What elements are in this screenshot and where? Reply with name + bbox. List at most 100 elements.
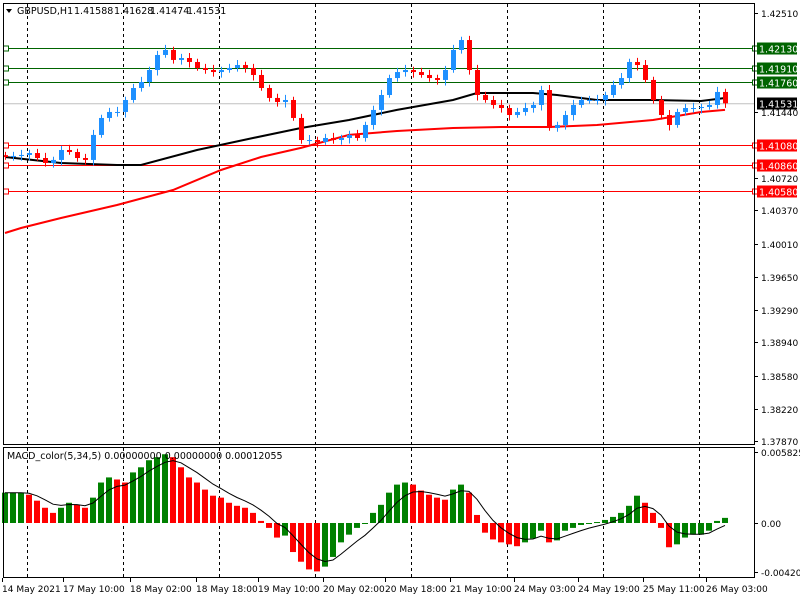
macd-bar: [394, 484, 400, 523]
candle-body: [243, 65, 248, 68]
candle-body: [347, 134, 352, 138]
candle-body: [419, 72, 424, 75]
macd-bar: [58, 507, 64, 523]
level-handle[interactable]: [3, 142, 9, 149]
candle-body: [483, 95, 488, 100]
candle-body: [35, 153, 40, 159]
macd-bar: [658, 523, 664, 528]
level-handle[interactable]: [3, 79, 9, 86]
macd-bar: [10, 492, 16, 523]
macd-bar: [546, 523, 552, 543]
candle-body: [291, 99, 296, 118]
macd-bar: [530, 523, 536, 539]
candle-body: [715, 91, 720, 105]
candle-body: [355, 134, 360, 138]
candle-body: [211, 70, 216, 73]
level-handle[interactable]: [3, 162, 9, 169]
level-price-label: 1.40860: [759, 162, 798, 173]
macd-bar: [474, 514, 480, 523]
macd-bar: [434, 497, 440, 523]
candle-body: [99, 117, 104, 135]
price-tick-label: 1.39650: [761, 274, 798, 284]
macd-bar: [642, 502, 648, 523]
time-tick-label: 24 May 03:00: [514, 585, 576, 595]
level-price-label: 1.41910: [759, 65, 798, 76]
macd-bar: [426, 494, 432, 523]
macd-bar: [42, 507, 48, 523]
candle-body: [547, 90, 552, 129]
candle-body: [683, 108, 688, 112]
candle-body: [403, 70, 408, 73]
candle-body: [123, 99, 128, 112]
candle-body: [59, 149, 64, 160]
level-price-label: 1.41760: [759, 79, 798, 90]
candle-body: [331, 137, 336, 141]
candle-body: [491, 99, 496, 105]
candle-body: [555, 124, 560, 129]
candle-body: [667, 115, 672, 125]
candle-body: [307, 140, 312, 142]
candle-body: [131, 87, 136, 100]
macd-bar: [26, 494, 32, 523]
time-tick-label: 18 May 02:00: [130, 585, 192, 595]
price-tick-label: 1.42510: [761, 10, 798, 20]
level-handle[interactable]: [3, 45, 9, 52]
candle-body: [387, 78, 392, 96]
price-tick-label: 1.38580: [761, 373, 798, 383]
macd-bar: [354, 523, 360, 528]
candle-body: [115, 111, 120, 113]
candle-body: [395, 72, 400, 79]
time-tick-label: 21 May 10:00: [450, 585, 512, 595]
macd-bar: [306, 523, 312, 570]
candle-body: [91, 134, 96, 160]
candle-body: [171, 49, 176, 60]
trading-chart[interactable]: 1.42510 1.41440 1.40720 1.40370 1.40010 1.396…: [0, 0, 800, 600]
candle-body: [539, 90, 544, 105]
macd-bar: [2, 492, 8, 523]
candle-body: [411, 70, 416, 73]
macd-bar: [562, 523, 568, 531]
candle-body: [651, 79, 656, 100]
macd-bar: [194, 482, 200, 523]
candle-body: [323, 137, 328, 142]
candle-body: [227, 67, 232, 71]
macd-tick-label: 0.00: [761, 520, 781, 530]
macd-bar: [602, 519, 608, 523]
macd-bar: [410, 484, 416, 523]
macd-bar: [482, 523, 488, 533]
time-tick-label: 14 May 2021: [2, 585, 61, 595]
macd-bar: [226, 502, 232, 523]
candle-body: [43, 158, 48, 163]
level-price-label: 1.41080: [759, 142, 798, 153]
macd-bar: [18, 492, 24, 523]
macd-bar: [34, 500, 40, 523]
level-price-label: 1.40580: [759, 188, 798, 199]
price-tick-label: 1.38940: [761, 339, 798, 349]
macd-bar: [682, 523, 688, 538]
macd-bar: [82, 507, 88, 523]
ohlc-open: 1.41588: [74, 6, 113, 17]
time-tick-label: 18 May 18:00: [196, 585, 258, 595]
time-tick-label: 20 May 18:00: [385, 585, 447, 595]
candle-body: [11, 155, 16, 157]
macd-bar: [586, 523, 592, 524]
macd-bar: [210, 495, 216, 523]
macd-bar: [570, 523, 576, 528]
candle-body: [659, 99, 664, 116]
candle-body: [139, 81, 144, 88]
macd-bar: [74, 504, 80, 523]
level-handle[interactable]: [3, 188, 9, 195]
macd-bar: [178, 467, 184, 523]
candle-body: [699, 106, 704, 109]
candle-body: [363, 124, 368, 138]
candle-body: [499, 104, 504, 109]
macd-bar: [706, 523, 712, 531]
candle-body: [67, 149, 72, 153]
macd-bar: [578, 523, 584, 525]
time-tick-label: 17 May 10:00: [63, 585, 125, 595]
price-tick-label: 1.41440: [761, 109, 798, 119]
candle-body: [691, 108, 696, 110]
macd-bar: [266, 523, 272, 528]
candle-body: [379, 95, 384, 110]
level-handle[interactable]: [3, 65, 9, 72]
